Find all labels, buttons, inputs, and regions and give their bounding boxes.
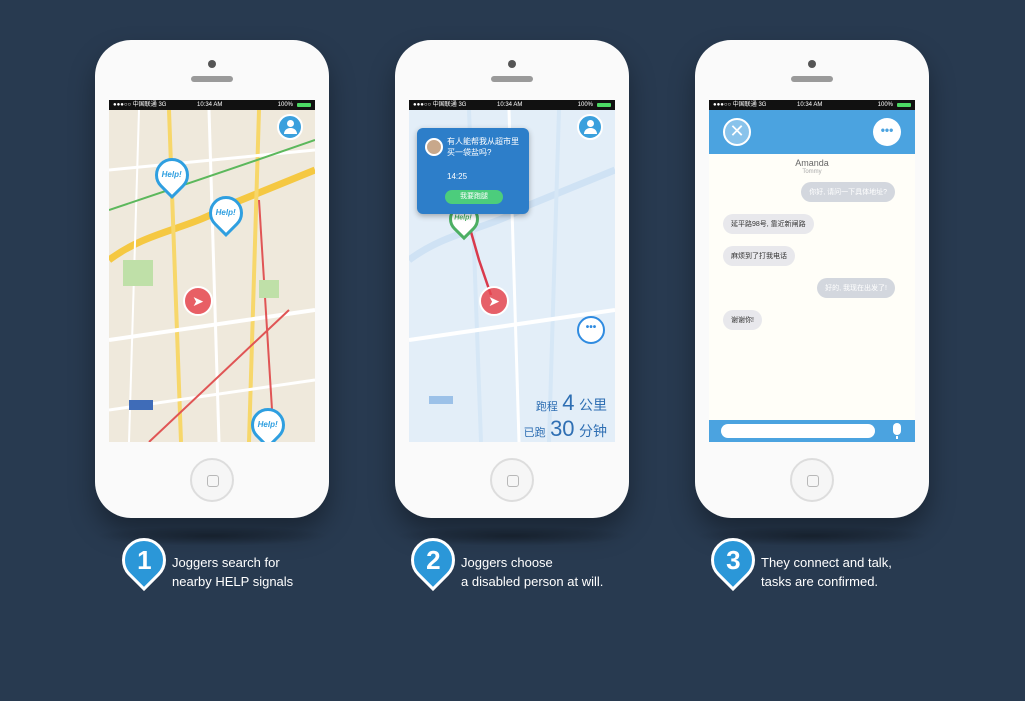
chat-messages: Amanda Tommy 你好, 请问一下具体地址? 延平路98号, 靠近新闸路… (709, 154, 915, 420)
home-button[interactable] (790, 458, 834, 502)
map-roads (109, 109, 315, 442)
request-message: 有人能帮我从超市里买一袋盐吗? (447, 137, 519, 157)
run-time-stat: 已跑 30 分钟 (523, 416, 607, 441)
contact-name: Amanda (795, 158, 829, 168)
battery-level: 100% (277, 102, 293, 108)
message-bubble: 你好, 请问一下具体地址? (801, 182, 895, 202)
request-time: 14:25 (447, 172, 468, 181)
navigation-arrow-icon: ➤ (479, 286, 509, 316)
microphone-icon[interactable] (893, 423, 901, 439)
distance-stat: 跑程 4 公里 (535, 390, 607, 415)
status-bar: ●●●○○ 中国联通 3G 10:34 AM 100% (409, 100, 615, 110)
status-time: 10:34 AM (197, 102, 223, 108)
avatar (425, 138, 443, 156)
city-map[interactable]: Help! Help! Help! ➤ (109, 109, 315, 442)
message-bubble: 谢谢你! (723, 310, 762, 330)
navigation-arrow-icon: ➤ (183, 286, 213, 316)
message-bubble: 延平路98号, 靠近新闸路 (723, 214, 814, 234)
chat-screen: ●●●○○ 中国联通 3G 10:34 AM 100% ✕ ••• Amanda… (709, 100, 915, 442)
phone-1: ●●●○○ 中国联通 3G 10:34 AM 100% Help! Help! … (95, 40, 329, 546)
contact-subtitle: Tommy (802, 169, 822, 175)
step-description: Joggers choose a disabled person at will… (461, 555, 604, 589)
camera (208, 60, 216, 68)
speaker (491, 76, 533, 82)
message-bubble: 好的, 我现在出发了! (817, 278, 895, 298)
route-screen: ●●●○○ 中国联通 3G 10:34 AM 100% 有人能帮我从超市里买一袋… (409, 100, 615, 442)
step-description: Joggers search for nearby HELP signals (172, 555, 294, 589)
speaker (191, 76, 233, 82)
carrier: ●●●○○ 中国联通 3G (113, 102, 167, 108)
message-bubble: 麻烦到了打我电话 (723, 246, 795, 266)
carrier: ●●●○○ 中国联通 3G (713, 102, 767, 108)
status-bar: ●●●○○ 中国联通 3G 10:34 AM 100% (109, 100, 315, 110)
carrier: ●●●○○ 中国联通 3G (413, 102, 467, 108)
phone-3: ●●●○○ 中国联通 3G 10:34 AM 100% ✕ ••• Amanda… (695, 40, 929, 546)
chat-icon[interactable]: ••• (577, 316, 605, 344)
status-time: 10:34 AM (497, 102, 523, 108)
battery-icon (297, 103, 311, 107)
map-screen: ●●●○○ 中国联通 3G 10:34 AM 100% Help! Help! … (109, 100, 315, 442)
battery-icon (897, 103, 911, 107)
home-button[interactable] (490, 458, 534, 502)
chat-header: ✕ ••• (709, 110, 915, 154)
status-bar: ●●●○○ 中国联通 3G 10:34 AM 100% (709, 100, 915, 110)
home-button[interactable] (190, 458, 234, 502)
status-time: 10:34 AM (797, 102, 823, 108)
user-location-icon[interactable] (577, 114, 603, 140)
message-input[interactable] (721, 424, 875, 438)
route-map[interactable]: 有人能帮我从超市里买一袋盐吗? 14:25 我要跑腿 Help! ➤ ••• 跑… (409, 109, 615, 442)
chat-icon[interactable]: ••• (873, 118, 901, 146)
battery-level: 100% (877, 102, 893, 108)
close-icon[interactable]: ✕ (723, 118, 751, 146)
help-request-popup[interactable]: 有人能帮我从超市里买一袋盐吗? 14:25 我要跑腿 (417, 128, 529, 214)
battery-level: 100% (577, 102, 593, 108)
accept-task-button[interactable]: 我要跑腿 (445, 190, 503, 204)
user-location-icon[interactable] (277, 114, 303, 140)
step-description: They connect and talk, tasks are confirm… (761, 555, 892, 589)
speaker (791, 76, 833, 82)
camera (508, 60, 516, 68)
phone-2: ●●●○○ 中国联通 3G 10:34 AM 100% 有人能帮我从超市里买一袋… (395, 40, 629, 546)
battery-icon (597, 103, 611, 107)
camera (808, 60, 816, 68)
chat-input-bar (709, 420, 915, 442)
